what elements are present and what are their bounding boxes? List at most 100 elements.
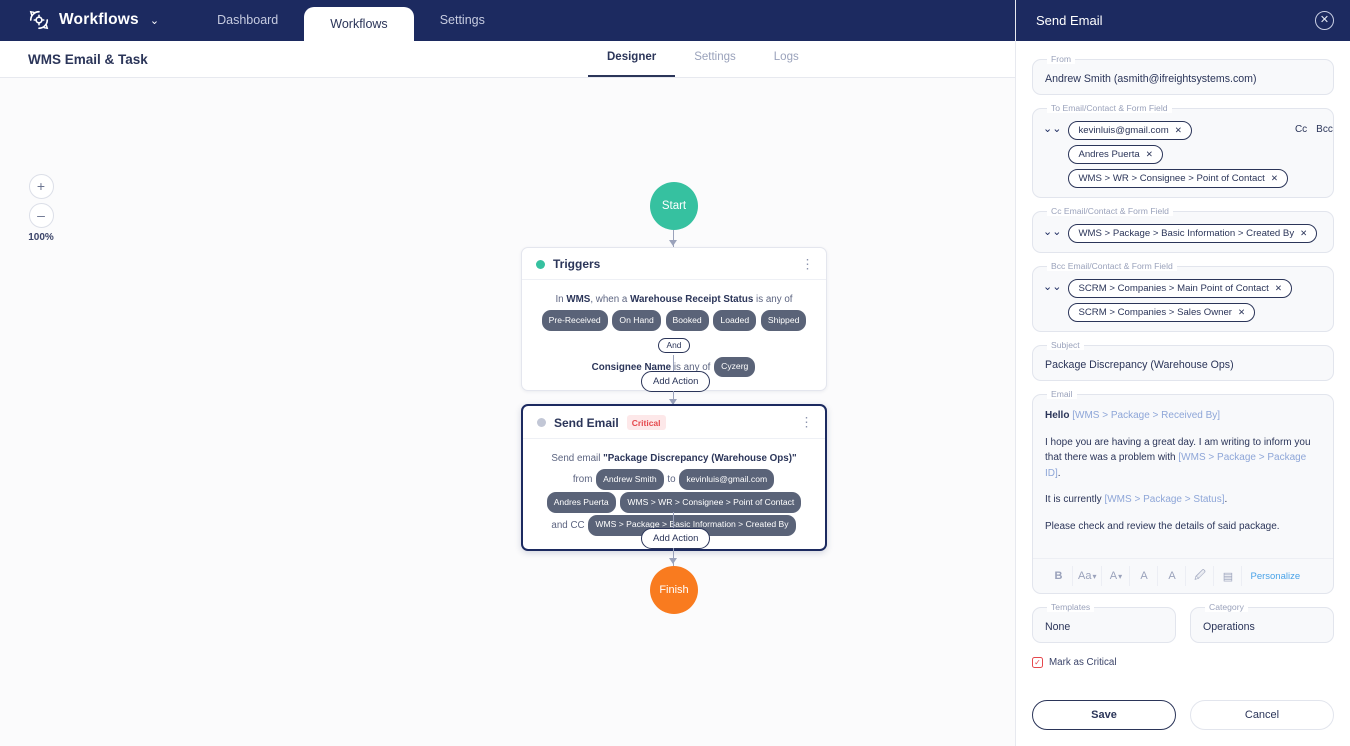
remove-icon[interactable]: ✕	[1271, 173, 1278, 184]
text-color-icon[interactable]: A	[1130, 566, 1158, 586]
bcc-pill-label: SCRM > Companies > Main Point of Contact	[1078, 283, 1268, 294]
email-text: It is currently	[1045, 494, 1104, 505]
brand[interactable]: Workflows ⌄	[0, 9, 159, 41]
cc-bcc-toggles: Cc Bcc	[1295, 124, 1333, 135]
cc-field[interactable]: Cc Email/Contact & Form Field ⌄⌄ WMS > P…	[1032, 211, 1334, 253]
to-field[interactable]: To Email/Contact & Form Field ⌄⌄ kevinlu…	[1032, 108, 1334, 198]
subject-field[interactable]: Subject Package Discrepancy (Warehouse O…	[1032, 345, 1334, 381]
workflow-sub-tabs: Designer Settings Logs	[588, 40, 818, 77]
panel-footer: Save Cancel	[1016, 700, 1350, 746]
templates-label: Templates	[1047, 602, 1094, 612]
add-action-button-1[interactable]: Add Action	[641, 371, 710, 392]
from-field[interactable]: From Andrew Smith (asmith@ifreightsystem…	[1032, 59, 1334, 95]
email-paragraph-1: Hello [WMS > Package > Received By]	[1045, 408, 1321, 424]
save-button[interactable]: Save	[1032, 700, 1176, 730]
main-area: Workflows ⌄ Dashboard Workflows Settings…	[0, 0, 1015, 746]
templates-category-row: Templates None Category Operations	[1032, 607, 1334, 643]
nav-tab-workflows[interactable]: Workflows	[304, 7, 413, 41]
nav-tab-dashboard[interactable]: Dashboard	[191, 0, 304, 41]
category-label: Category	[1205, 602, 1248, 612]
remove-icon[interactable]: ✕	[1146, 149, 1153, 160]
app-root: Workflows ⌄ Dashboard Workflows Settings…	[0, 0, 1350, 746]
bcc-pill[interactable]: SCRM > Companies > Sales Owner ✕	[1068, 303, 1255, 322]
send-email-cc-label: and CC	[551, 520, 584, 531]
triggers-header: Triggers ⋮	[522, 248, 826, 280]
brand-chevron-down-icon[interactable]: ⌄	[150, 14, 159, 27]
cc-pill[interactable]: WMS > Package > Basic Information > Crea…	[1068, 224, 1317, 243]
node-finish[interactable]: Finish	[650, 566, 698, 614]
brand-title: Workflows	[59, 11, 139, 29]
to-pill-label: kevinluis@gmail.com	[1078, 125, 1168, 136]
mark-critical-checkbox[interactable]: ✓	[1032, 657, 1043, 668]
clear-formatting-icon[interactable]: A	[1158, 566, 1186, 586]
to-pill-label: WMS > WR > Consignee > Point of Contact	[1078, 173, 1264, 184]
bcc-label: Bcc Email/Contact & Form Field	[1047, 261, 1177, 271]
panel-header: Send Email ✕	[1016, 0, 1350, 41]
tab-logs[interactable]: Logs	[755, 40, 818, 77]
email-editor-field[interactable]: Email Hello [WMS > Package > Received By…	[1032, 394, 1334, 594]
trigger-condition-1: In WMS, when a Warehouse Receipt Status …	[536, 291, 812, 332]
workflows-gear-icon	[28, 9, 50, 31]
trigger-source: WMS	[566, 294, 590, 305]
send-email-panel: Send Email ✕ From Andrew Smith (asmith@i…	[1015, 0, 1350, 746]
email-paragraph-3: It is currently [WMS > Package > Status]…	[1045, 492, 1321, 508]
remove-icon[interactable]: ✕	[1238, 307, 1245, 318]
top-navigation-bar: Workflows ⌄ Dashboard Workflows Settings	[0, 0, 1015, 41]
trigger-value-chip: Pre-Received	[542, 310, 608, 331]
subject-value: Package Discrepancy (Warehouse Ops)	[1045, 359, 1321, 371]
cc-toggle[interactable]: Cc	[1295, 124, 1307, 135]
remove-icon[interactable]: ✕	[1275, 283, 1282, 294]
bcc-toggle[interactable]: Bcc	[1316, 124, 1333, 135]
workflow-canvas[interactable]: + – 100% Start Triggers ⋮	[0, 78, 1015, 746]
to-pill[interactable]: Andres Puerta✕	[1068, 145, 1162, 164]
bcc-field[interactable]: Bcc Email/Contact & Form Field ⌄⌄ SCRM >…	[1032, 266, 1334, 332]
to-expander-chevrons-icon[interactable]: ⌄⌄	[1043, 123, 1061, 135]
node-triggers[interactable]: Triggers ⋮ In WMS, when a Warehouse Rece…	[521, 247, 827, 391]
font-size-icon[interactable]: Aa▾	[1073, 566, 1102, 586]
templates-field[interactable]: Templates None	[1032, 607, 1176, 643]
close-icon[interactable]: ✕	[1315, 11, 1334, 30]
trigger-value-chip: On Hand	[612, 310, 660, 331]
from-value: Andrew Smith (asmith@ifreightsystems.com…	[1045, 73, 1321, 85]
email-toolbar: B Aa▾ A▾ A A 🖉 ▤ Personalize	[1033, 558, 1333, 593]
insert-image-icon[interactable]: ▤	[1214, 566, 1242, 586]
send-email-to-label: to	[667, 474, 675, 485]
email-body[interactable]: Hello [WMS > Package > Received By] I ho…	[1045, 408, 1321, 558]
panel-title: Send Email	[1036, 13, 1102, 28]
cc-expander-chevrons-icon[interactable]: ⌄⌄	[1043, 226, 1061, 238]
triggers-kebab-menu-icon[interactable]: ⋮	[801, 257, 814, 270]
nav-tab-settings[interactable]: Settings	[414, 0, 511, 41]
cc-label: Cc Email/Contact & Form Field	[1047, 206, 1173, 216]
send-email-kebab-menu-icon[interactable]: ⋮	[800, 416, 813, 429]
trigger-prefix: In	[555, 294, 563, 305]
remove-icon[interactable]: ✕	[1300, 228, 1307, 239]
node-start[interactable]: Start	[650, 182, 698, 230]
to-pill[interactable]: kevinluis@gmail.com ✕	[1068, 121, 1191, 140]
bold-icon[interactable]: B	[1045, 566, 1073, 586]
send-email-title: Send Email	[554, 416, 619, 430]
text-style-icon[interactable]: A▾	[1102, 566, 1130, 586]
send-email-summary: Send email "Package Discrepancy (Warehou…	[537, 450, 811, 537]
connector-triggers-to-add	[673, 355, 674, 371]
add-action-button-2[interactable]: Add Action	[641, 528, 710, 549]
tab-designer[interactable]: Designer	[588, 40, 675, 77]
send-email-to-chip: WMS > WR > Consignee > Point of Contact	[620, 492, 801, 513]
send-email-subject: "Package Discrepancy (Warehouse Ops)"	[603, 453, 797, 464]
email-text: .	[1058, 468, 1061, 479]
link-icon[interactable]: 🖉	[1186, 566, 1214, 586]
email-paragraph-4: Please check and review the details of s…	[1045, 519, 1321, 535]
bcc-pill[interactable]: SCRM > Companies > Main Point of Contact…	[1068, 279, 1292, 298]
trigger-mid: , when a	[590, 294, 627, 305]
trigger-value-chip: Booked	[666, 310, 709, 331]
mark-critical-row[interactable]: ✓ Mark as Critical	[1032, 657, 1334, 668]
category-field[interactable]: Category Operations	[1190, 607, 1334, 643]
cancel-button[interactable]: Cancel	[1190, 700, 1334, 730]
critical-badge: Critical	[627, 415, 666, 430]
bcc-pill-label: SCRM > Companies > Sales Owner	[1078, 307, 1232, 318]
remove-icon[interactable]: ✕	[1175, 125, 1182, 136]
bcc-expander-chevrons-icon[interactable]: ⌄⌄	[1043, 281, 1061, 293]
page-subheader: WMS Email & Task Designer Settings Logs	[0, 41, 1015, 78]
tab-settings[interactable]: Settings	[675, 40, 755, 77]
to-pill[interactable]: WMS > WR > Consignee > Point of Contact ✕	[1068, 169, 1288, 188]
personalize-button[interactable]: Personalize	[1250, 571, 1300, 582]
